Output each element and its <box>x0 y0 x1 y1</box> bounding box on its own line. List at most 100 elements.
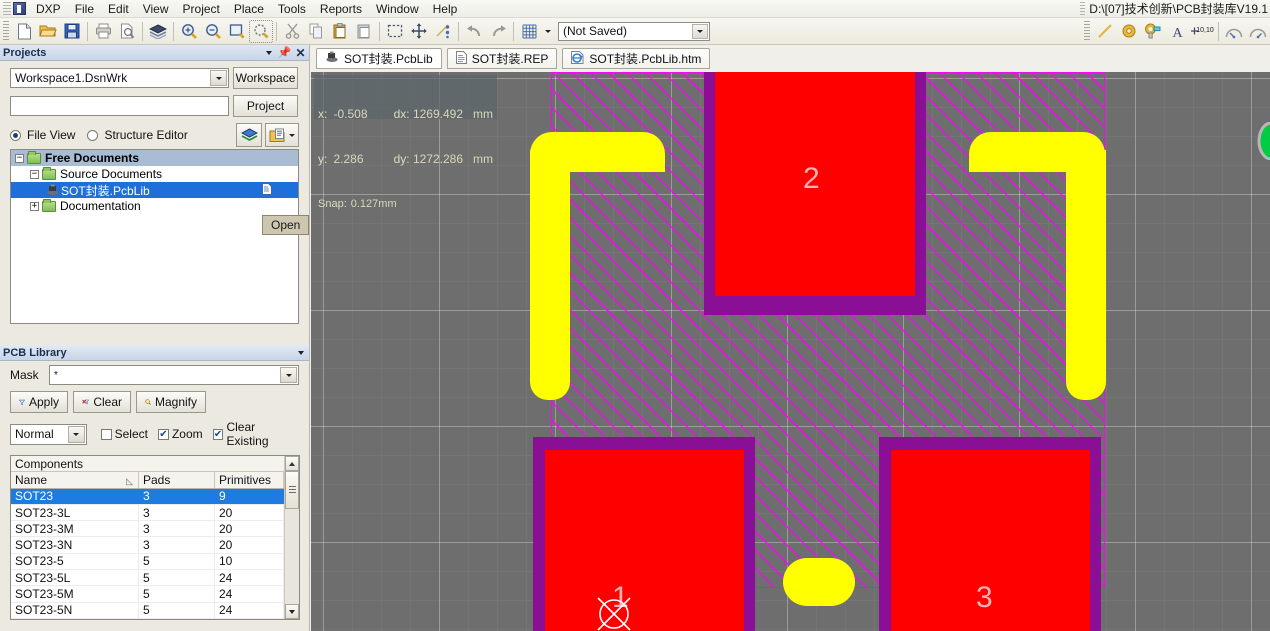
workspace-combo[interactable]: Workspace1.DsnWrk <box>10 68 229 88</box>
tree-expander-icon[interactable]: + <box>30 201 39 211</box>
menu-place[interactable]: Place <box>227 1 271 17</box>
table-row[interactable]: SOT23-5N 5 24 <box>11 602 284 619</box>
project-tree[interactable]: − Free Documents − Source Documents SOT封… <box>10 149 299 324</box>
arc-edge-icon[interactable] <box>1246 20 1270 43</box>
workspace-button[interactable]: Workspace <box>233 67 298 89</box>
panel-menu-chevron-down-icon[interactable] <box>295 347 306 358</box>
scrollbar-thumb[interactable] <box>285 471 299 509</box>
chevron-down-icon[interactable] <box>692 23 708 39</box>
via-icon[interactable] <box>1141 20 1165 43</box>
paste-special-icon[interactable] <box>352 20 376 43</box>
tree-item-documentation[interactable]: + Documentation <box>11 198 298 214</box>
tree-expander-icon[interactable]: − <box>30 169 39 179</box>
deselect-icon[interactable] <box>431 20 455 43</box>
tree-item-source-documents[interactable]: − Source Documents <box>11 166 298 182</box>
silkscreen-center-marker[interactable] <box>783 558 855 606</box>
document-selector[interactable]: (Not Saved) <box>558 21 710 41</box>
select-area-icon[interactable] <box>383 20 407 43</box>
column-header-primitives[interactable]: Primitives <box>215 472 284 488</box>
column-header-name[interactable]: Name ◺ <box>11 472 139 488</box>
toolbar2-grip-handle[interactable] <box>1084 21 1090 41</box>
arc-center-icon[interactable] <box>1222 20 1246 43</box>
tab-htm[interactable]: SOT封装.PcbLib.htm <box>562 48 711 69</box>
file-view-radio[interactable]: File View <box>10 128 75 142</box>
grid-dropdown-icon[interactable] <box>541 20 554 43</box>
tree-item-free-documents[interactable]: − Free Documents <box>11 150 298 166</box>
zoom-fit-icon[interactable] <box>225 20 249 43</box>
zoom-in-icon[interactable] <box>177 20 201 43</box>
chevron-down-icon[interactable] <box>210 70 227 86</box>
menu-reports[interactable]: Reports <box>313 1 369 17</box>
clear-existing-checkbox[interactable]: Clear Existing <box>212 420 299 448</box>
tab-rep[interactable]: SOT封装.REP <box>446 48 558 69</box>
pcb-canvas[interactable]: 2 1 3 x: -0.508 dx: 1269.492 mm y: 2.286… <box>311 72 1270 631</box>
menu-tools[interactable]: Tools <box>271 1 313 17</box>
undo-icon[interactable] <box>462 20 486 43</box>
menu-window[interactable]: Window <box>369 1 426 17</box>
tree-expander-icon[interactable]: − <box>15 153 24 163</box>
table-row[interactable]: SOT23-3M 3 20 <box>11 521 284 538</box>
paste-icon[interactable] <box>328 20 352 43</box>
cut-icon[interactable] <box>280 20 304 43</box>
print-icon[interactable] <box>91 20 115 43</box>
components-scrollbar[interactable] <box>284 456 299 619</box>
menu-dxp[interactable]: DXP <box>29 1 68 17</box>
scrollbar-track[interactable] <box>285 509 299 604</box>
mask-input[interactable]: * <box>49 365 299 385</box>
table-row[interactable]: SOT23-3N 3 20 <box>11 537 284 554</box>
pad-icon[interactable] <box>1117 20 1141 43</box>
menu-file[interactable]: File <box>68 1 101 17</box>
line-icon[interactable] <box>1093 20 1117 43</box>
move-icon[interactable] <box>407 20 431 43</box>
menu-edit[interactable]: Edit <box>101 1 136 17</box>
save-icon[interactable] <box>60 20 84 43</box>
project-field[interactable] <box>10 96 229 116</box>
copy-icon[interactable] <box>304 20 328 43</box>
structure-editor-radio[interactable]: Structure Editor <box>87 128 188 142</box>
table-row[interactable]: SOT23 3 9 <box>11 488 284 505</box>
navigate-button[interactable] <box>236 123 262 147</box>
zoom-area-icon[interactable] <box>249 19 273 43</box>
select-checkbox[interactable]: Select <box>100 427 148 441</box>
new-document-icon[interactable] <box>12 20 36 43</box>
table-row[interactable]: SOT23-5L 5 24 <box>11 570 284 587</box>
table-row[interactable]: SOT23-5 5 10 <box>11 553 284 571</box>
open-folder-icon[interactable] <box>36 20 60 43</box>
close-icon[interactable]: ✕ <box>295 47 306 59</box>
menu-view[interactable]: View <box>136 1 176 17</box>
apply-button[interactable]: Apply <box>10 391 68 413</box>
panel-menu-chevron-down-icon[interactable] <box>263 47 274 58</box>
chevron-down-icon[interactable] <box>67 425 85 443</box>
scroll-down-button[interactable] <box>285 604 299 619</box>
tab-pcblib[interactable]: SOT封装.PcbLib <box>316 48 442 69</box>
pad-1-copper[interactable] <box>545 450 744 631</box>
tree-item-sot-pcblib[interactable]: SOT封装.PcbLib <box>11 182 298 198</box>
menu-grip-handle[interactable] <box>3 1 11 16</box>
toolbar-grip-handle[interactable] <box>3 21 9 41</box>
layers-icon[interactable] <box>146 20 170 43</box>
zoom-checkbox[interactable]: Zoom <box>157 427 203 441</box>
menu-project[interactable]: Project <box>176 1 227 17</box>
scroll-up-button[interactable] <box>285 456 299 471</box>
string-icon[interactable]: A <box>1165 20 1189 43</box>
redo-icon[interactable] <box>486 20 510 43</box>
print-preview-icon[interactable] <box>115 20 139 43</box>
table-row[interactable]: SOT23-3L 3 20 <box>11 504 284 522</box>
clear-button[interactable]: Clear <box>73 391 131 413</box>
mode-combo[interactable]: Normal <box>10 423 87 445</box>
magnify-button[interactable]: Magnify <box>136 391 206 413</box>
silkscreen-right-vertical[interactable] <box>1066 150 1106 400</box>
grid-icon[interactable] <box>517 20 541 43</box>
pin-icon[interactable]: 📌 <box>278 47 292 59</box>
chevron-down-icon[interactable] <box>280 367 297 383</box>
project-button[interactable]: Project <box>233 95 298 117</box>
table-row[interactable]: SOT23-5M 5 24 <box>11 586 284 603</box>
coordinate-icon[interactable]: 10,10 <box>1189 20 1215 43</box>
column-header-pads[interactable]: Pads <box>139 472 215 488</box>
open-documents-button[interactable] <box>265 123 299 147</box>
components-grid[interactable]: Components Name ◺ Pads Primitives SOT23 <box>10 455 300 620</box>
menu-help[interactable]: Help <box>426 1 465 17</box>
zoom-out-icon[interactable] <box>201 20 225 43</box>
via-pad-icon[interactable] <box>1251 122 1270 160</box>
silkscreen-left-vertical[interactable] <box>530 150 570 400</box>
